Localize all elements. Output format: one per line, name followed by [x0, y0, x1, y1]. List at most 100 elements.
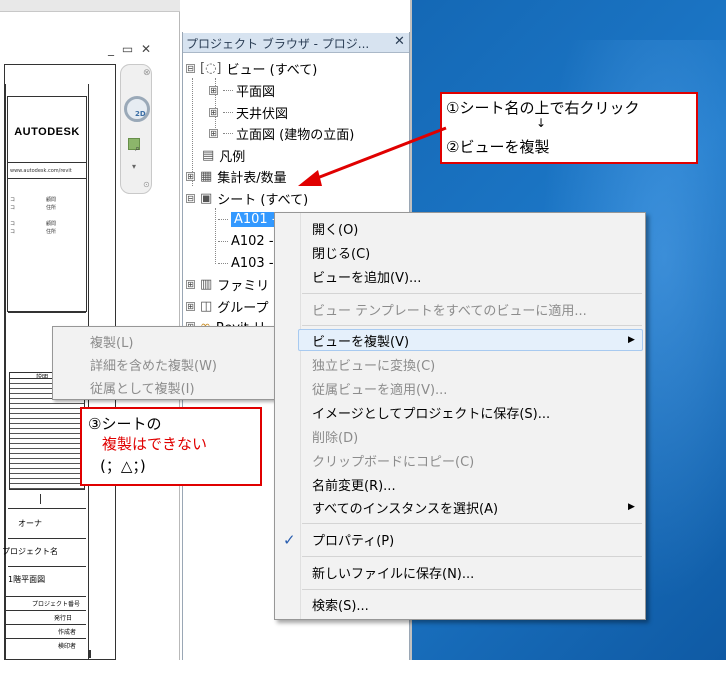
expand-icon[interactable]: ⊞	[209, 128, 218, 138]
title-block-tick	[40, 494, 41, 504]
title-block-divider	[8, 312, 86, 313]
menu-item-copy-clipboard[interactable]: クリップボードにコピー(C)	[312, 449, 474, 471]
tree-item-elevations[interactable]: ⊞ 立面図 (建物の立面)	[209, 123, 354, 143]
menu-item-delete[interactable]: 削除(D)	[312, 425, 358, 447]
expand-icon[interactable]: ⊞	[186, 279, 195, 289]
menu-item-open[interactable]: 開く(O)	[312, 217, 358, 239]
collapse-icon[interactable]: ⊟	[186, 63, 195, 73]
menu-item-properties[interactable]: プロパティ(P)	[312, 528, 394, 550]
navigation-bar-close-icon[interactable]: ⊗	[143, 68, 151, 78]
menu-separator	[302, 556, 642, 557]
submenu-arrow-icon: ▶	[628, 335, 635, 345]
menu-item-save-to-new-file[interactable]: 新しいファイルに保存(N)...	[312, 561, 474, 583]
close-icon[interactable]: ✕	[394, 34, 405, 49]
steering-wheel-icon[interactable]	[124, 96, 150, 122]
tree-connector	[223, 111, 233, 113]
title-block-divider	[4, 638, 86, 639]
callout-step-3: ③シートの	[88, 415, 162, 433]
legend-icon: ▤	[202, 147, 215, 163]
view-icon: [◌]	[200, 60, 222, 76]
title-block-divider	[4, 596, 86, 597]
tree-connector	[218, 218, 228, 220]
magnifier-icon: ⌕	[135, 144, 141, 154]
menu-item-apply-dependent[interactable]: 従属ビューを適用(V)...	[312, 377, 447, 399]
schedule-icon: ▦	[200, 168, 213, 184]
submenu-item-duplicate[interactable]: 複製(L)	[90, 332, 133, 351]
group-icon: ◫	[200, 298, 213, 314]
menu-item-close[interactable]: 閉じる(C)	[312, 241, 370, 263]
tree-item-sheet-a103[interactable]: A103 -	[218, 253, 274, 273]
navigation-bar-grip-icon[interactable]: ⊙	[143, 180, 150, 189]
expand-icon[interactable]: ⊞	[186, 301, 195, 311]
tree-connector	[218, 262, 228, 264]
callout-warning-text: 複製はできない	[102, 435, 208, 453]
tree-connector	[223, 89, 233, 91]
menu-item-rename[interactable]: 名前変更(R)...	[312, 473, 396, 495]
consultant-block: ココココ	[10, 197, 16, 235]
title-block-divider	[4, 624, 86, 625]
tree-item-sheets[interactable]: ⊟ ▣ シート (すべて)	[186, 188, 308, 208]
tree-item-ceiling-plans[interactable]: ⊞ 天井伏図	[209, 102, 288, 122]
tree-item-label: 天井伏図	[236, 106, 289, 122]
drawing-tabbar	[0, 0, 180, 12]
tree-item-legends[interactable]: ▤ 凡例	[202, 145, 245, 165]
chevron-down-icon[interactable]: ▾	[132, 162, 136, 171]
tree-item-label: ビュー (すべて)	[226, 62, 318, 78]
autodesk-logo: AUTODESK	[14, 126, 80, 138]
owner-label: オーナ	[18, 519, 42, 528]
tree-item-label: シート (すべて)	[217, 192, 309, 208]
submenu-item-duplicate-with-detailing[interactable]: 詳細を含めた複製(W)	[90, 355, 217, 374]
menu-separator	[302, 293, 642, 294]
expand-icon[interactable]: ⊞	[209, 107, 218, 117]
sheet-icon: ▣	[200, 190, 213, 206]
title-block-divider	[4, 610, 86, 611]
tree-item-floor-plans[interactable]: ⊞ 平面図	[209, 80, 275, 100]
title-block-row: 作成者	[58, 629, 77, 636]
submenu-item-duplicate-as-dependent[interactable]: 従属として複製(I)	[90, 378, 195, 397]
tree-guide-line	[215, 208, 216, 264]
tree-item-label: 平面図	[236, 84, 276, 100]
menu-gutter	[300, 213, 301, 619]
submenu-arrow-icon: ▶	[628, 502, 635, 512]
tree-item-label: A102 -	[231, 233, 274, 249]
tree-item-label: 立面図 (建物の立面)	[236, 127, 355, 143]
title-block-tick	[88, 650, 91, 658]
title-block-divider	[8, 162, 86, 163]
consultant-block: 顧問 住所 顧問 住所	[46, 197, 57, 235]
navigation-bar	[120, 64, 152, 194]
title-block-divider	[8, 538, 86, 539]
tree-item-schedules[interactable]: ⊞ ▦ 集計表/数量	[186, 166, 287, 186]
tree-item-label-selected: A101 -	[231, 211, 280, 227]
title-block-row: 発行日	[54, 615, 73, 622]
menu-item-save-as-image[interactable]: イメージとしてプロジェクトに保存(S)...	[312, 401, 550, 423]
menu-separator	[302, 589, 642, 590]
menu-separator	[302, 523, 642, 524]
family-icon: ▥	[200, 276, 213, 292]
tree-item-groups[interactable]: ⊞ ◫ グループ	[186, 296, 269, 316]
tree-item-label: 凡例	[219, 149, 246, 165]
title-block-divider	[8, 566, 86, 567]
tree-item-label: A103 -	[231, 255, 274, 271]
view-window-controls[interactable]: _ ▭ ✕	[108, 42, 153, 56]
menu-item-apply-template[interactable]: ビュー テンプレートをすべてのビューに適用...	[312, 298, 587, 320]
project-name-label: プロジェクト名	[2, 547, 58, 556]
tree-item-label: グループ	[217, 300, 269, 316]
tree-item-sheet-a101[interactable]: A101 -	[218, 209, 280, 229]
tree-item-sheet-a102[interactable]: A102 -	[218, 231, 274, 251]
expand-icon[interactable]: ⊞	[209, 85, 218, 95]
menu-item-add-view[interactable]: ビューを追加(V)...	[312, 265, 421, 287]
expand-icon[interactable]: ⊞	[186, 171, 195, 181]
steering-wheel-2d-label: 2D	[135, 110, 146, 118]
menu-item-duplicate-view[interactable]: ビューを複製(V)	[312, 329, 409, 351]
collapse-icon[interactable]: ⊟	[186, 193, 195, 203]
title-block-divider	[8, 178, 86, 179]
title-block-row: プロジェクト番号	[32, 601, 81, 608]
title-block-divider	[8, 508, 86, 509]
menu-item-convert-independent[interactable]: 独立ビューに変換(C)	[312, 353, 435, 375]
menu-item-search[interactable]: 検索(S)...	[312, 593, 369, 615]
tree-item-views[interactable]: ⊟ [◌] ビュー (すべて)	[186, 58, 317, 78]
callout-step-2: ②ビューを複製	[446, 138, 550, 156]
title-block-row: 検印者	[58, 643, 77, 650]
menu-item-select-all-instances[interactable]: すべてのインスタンスを選択(A)	[312, 496, 498, 518]
tree-item-families[interactable]: ⊞ ▥ ファミリ	[186, 274, 269, 294]
